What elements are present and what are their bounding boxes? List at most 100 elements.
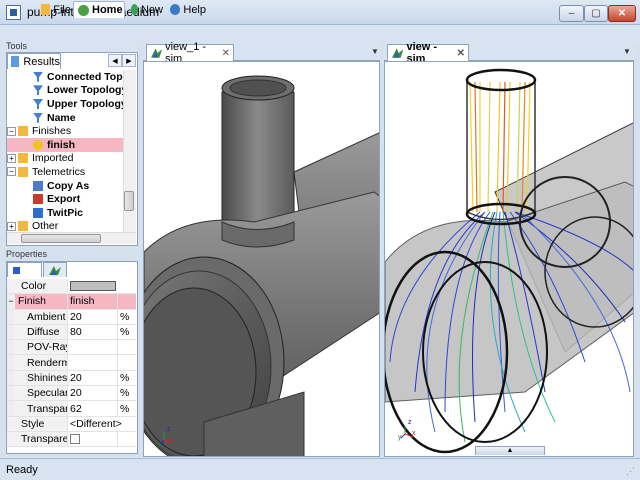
tree-item[interactable]: TwitPic (7, 206, 123, 220)
property-row[interactable]: − Finish finish (7, 294, 136, 310)
tree-item-label: Connected Topolo (47, 70, 123, 83)
tree-item[interactable]: finish (7, 137, 123, 152)
view2-dropdown-icon[interactable]: ▼ (623, 47, 631, 56)
property-row[interactable]: POV-Ray (7, 340, 136, 356)
property-row[interactable]: Shininess 20% (7, 370, 136, 387)
row-gutter (7, 309, 15, 324)
status-bar: Ready (0, 458, 640, 480)
copy-icon (33, 180, 43, 191)
help-icon (170, 4, 181, 15)
axis-y-label: y (157, 441, 161, 448)
row-gutter (7, 401, 15, 416)
folder-icon (18, 153, 28, 164)
row-gutter (7, 279, 15, 294)
viewport-1[interactable]: z x y (143, 61, 380, 457)
collapse-icon[interactable]: − (7, 167, 16, 177)
tab-results[interactable]: Results (7, 53, 61, 69)
sim-icon (151, 48, 163, 58)
menu-new[interactable]: New (126, 1, 164, 18)
row-gutter (7, 431, 15, 447)
transparent-checkbox[interactable] (70, 434, 80, 445)
view2-collapse-handle[interactable]: ▲ (475, 446, 545, 455)
tree-item-label: Finishes (32, 125, 72, 138)
expand-icon[interactable]: + (7, 153, 16, 163)
axis-y-label: y (398, 434, 402, 441)
close-button[interactable]: ✕ (608, 5, 636, 22)
close-view2-icon[interactable]: ✕ (457, 48, 465, 59)
tree-item[interactable]: + Imported (7, 152, 123, 166)
menu-home[interactable]: Home (73, 1, 125, 18)
property-name: Style (15, 416, 68, 431)
tree-horizontal-scroll-thumb[interactable] (21, 234, 101, 243)
property-row[interactable]: Renderman (7, 355, 136, 371)
results-tree: Connected TopoloLower TopologyUpper Topo… (7, 70, 123, 232)
menu-file[interactable]: File (36, 1, 72, 18)
tree-item[interactable]: − Telemetrics (7, 165, 123, 179)
property-name: Color (15, 279, 68, 294)
tree-vertical-scroll-thumb[interactable] (124, 191, 134, 211)
tree-item[interactable]: Copy As (7, 179, 123, 193)
row-gutter (7, 370, 15, 386)
property-row[interactable]: Diffuse 80% (7, 324, 136, 341)
view1-dropdown-icon[interactable]: ▼ (371, 47, 379, 56)
collapse-icon[interactable]: − (7, 294, 15, 309)
collapse-icon[interactable]: − (7, 126, 16, 136)
property-unit: % (120, 387, 130, 400)
menu-file-label: File (53, 3, 71, 16)
color-field[interactable] (68, 279, 136, 293)
resize-grip[interactable]: ⋰ (626, 466, 638, 478)
property-unit (118, 294, 136, 309)
menu-help-label: Help (183, 3, 206, 16)
property-value[interactable]: finish (68, 294, 118, 309)
row-gutter (7, 324, 15, 340)
property-value[interactable]: 62 (68, 401, 118, 416)
property-name: Finish (15, 294, 68, 309)
tree-item-label: Copy As (47, 179, 90, 192)
tree-item[interactable]: Upper Topology (7, 97, 123, 111)
sim-icon (392, 48, 404, 58)
property-row[interactable]: Specular 20% (7, 386, 136, 402)
property-row[interactable]: Transparent (7, 431, 136, 448)
viewport-2[interactable]: z x y (384, 61, 634, 457)
row-gutter (7, 355, 15, 370)
property-row[interactable]: Transpare62% (7, 401, 136, 417)
tree-item[interactable]: Name (7, 111, 123, 125)
expand-icon[interactable]: + (7, 221, 16, 231)
tree-item[interactable]: − Finishes (7, 124, 123, 138)
property-value[interactable] (68, 340, 118, 355)
menu-help[interactable]: Help (165, 1, 207, 18)
property-value[interactable]: 20 (68, 309, 118, 324)
finish-icon (33, 139, 43, 150)
property-row[interactable]: Ambient 20% (7, 309, 136, 325)
property-row[interactable]: Style <Different> (7, 416, 136, 432)
checkbox-field[interactable] (68, 431, 118, 447)
row-gutter (7, 386, 15, 401)
tree-item-label: Telemetrics (32, 165, 86, 178)
property-value[interactable]: 80 (68, 324, 118, 340)
filter-icon (33, 98, 43, 109)
tab-properties-sim[interactable] (43, 262, 67, 277)
style-dropdown[interactable]: <Different> (68, 417, 136, 431)
tab-properties-general[interactable] (7, 262, 42, 277)
property-value[interactable]: 20 (68, 386, 118, 401)
filter-icon (33, 85, 43, 96)
maximize-button[interactable]: ▢ (584, 5, 608, 22)
property-row[interactable]: Color (7, 279, 136, 295)
tree-item[interactable]: Export (7, 192, 123, 206)
caedium-app-icon[interactable] (6, 5, 21, 20)
property-value[interactable]: 20 (68, 370, 118, 386)
property-name: Diffuse (15, 324, 68, 340)
scroll-right-button[interactable]: ▶ (122, 54, 136, 67)
tab-view1[interactable]: view_1 - sim ✕ (146, 41, 234, 65)
close-view1-icon[interactable]: ✕ (222, 48, 230, 59)
tree-item[interactable]: Lower Topology (7, 84, 123, 98)
tree-item-label: Export (47, 193, 81, 206)
menu-new-label: New (140, 3, 163, 16)
tree-item[interactable]: + Other (7, 220, 123, 232)
tab-view2[interactable]: view - sim ✕ (387, 41, 469, 65)
color-swatch[interactable] (70, 281, 116, 292)
tree-item[interactable]: Connected Topolo (7, 70, 123, 84)
scroll-left-button[interactable]: ◀ (108, 54, 122, 67)
property-value[interactable] (68, 355, 118, 370)
minimize-button[interactable]: – (559, 5, 584, 22)
